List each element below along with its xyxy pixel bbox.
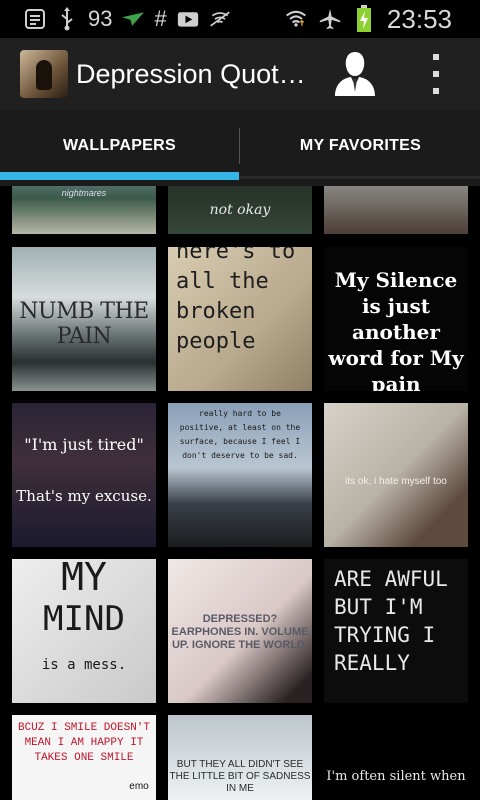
clock: 23:53 [386,3,452,34]
person-icon[interactable] [333,48,377,98]
wallpaper-caption: "I'm just tired" [24,435,144,454]
wallpaper-caption: My Silence is just another word for My p… [328,268,464,391]
wallpaper-caption: BCUZ I SMILE DOESN'T MEAN I AM HAPPY IT … [17,722,151,764]
tab-divider [239,128,240,164]
wallpaper-thumbnail[interactable]: "I'm just tired" That's my excuse. [12,403,156,547]
wallpaper-thumbnail[interactable]: BUT THEY ALL DIDN'T SEE THE LITTLE BIT O… [168,715,312,800]
wallpaper-caption: NUMB THE PAIN [19,299,149,349]
wallpaper-caption: That's my excuse. [16,487,152,505]
wallpaper-caption: BUT THEY ALL DIDN'T SEE THE LITTLE BIT O… [169,759,311,794]
wallpaper-caption: MIND [43,599,125,639]
wallpaper-thumbnail[interactable]: not okay [168,186,312,234]
notification-count: 93 [88,6,113,31]
message-icon [24,8,46,30]
airplane-mode-icon [319,8,341,30]
status-bar: 93 # 23:53 [0,0,480,38]
wallpaper-thumbnail[interactable]: BCUZ I SMILE DOESN'T MEAN I AM HAPPY IT … [12,715,156,800]
wallpaper-thumbnail[interactable]: I'm often silent when [324,715,468,800]
usb-icon [56,7,78,31]
tab-my-favorites[interactable]: MY FAVORITES [241,110,480,182]
wallpaper-thumbnail[interactable]: My Silence is just another word for My p… [324,247,468,391]
hashtag-icon: # [154,6,167,31]
youtube-icon [177,8,199,30]
wallpaper-caption: really hard to be positive, at least on … [179,409,301,460]
wallpaper-thumbnail[interactable]: nightmares [12,186,156,234]
wallpaper-caption: its ok, i hate myself too [345,476,447,487]
wifi-icon [285,8,307,30]
wallpaper-thumbnail[interactable]: DEPRESSED? EARPHONES IN. VOLUME UP. IGNO… [168,559,312,703]
wallpaper-thumbnail[interactable]: really hard to be positive, at least on … [168,403,312,547]
wallpaper-caption: DEPRESSED? EARPHONES IN. VOLUME UP. IGNO… [171,613,309,651]
overflow-menu-icon[interactable] [426,54,446,94]
wallpaper-caption: here's to all the broken people [176,247,296,354]
paper-plane-icon [122,8,145,30]
wallpaper-caption: MY [61,559,107,599]
wallpaper-caption: is a mess. [41,657,127,673]
battery-charging-icon [353,5,375,32]
wallpaper-thumbnail[interactable]: its ok, i hate myself too [324,403,468,547]
wallpaper-thumbnail[interactable]: MY MIND is a mess. [12,559,156,703]
wallpaper-caption: emo [129,781,149,792]
wallpaper-thumbnail[interactable]: NUMB THE PAIN [12,247,156,391]
wallpaper-caption: not okay [209,202,271,218]
app-title: Depression Quot… [76,58,306,89]
wallpaper-thumbnail[interactable]: ARE AWFUL BUT I'M TRYING I REALLY [324,559,468,703]
wallpaper-grid: nightmares not okay NUMB THE PAIN here's… [0,186,480,800]
wallpaper-thumbnail[interactable] [324,186,468,234]
selected-tab-indicator [0,172,239,180]
wallpaper-caption: ARE AWFUL BUT I'M TRYING I REALLY [334,567,448,675]
wallpaper-caption: I'm often silent when [326,769,466,784]
wallpaper-thumbnail[interactable]: here's to all the broken people [168,247,312,391]
wallpaper-caption: nightmares [61,188,107,198]
action-bar: Depression Quot… [0,38,480,111]
app-icon[interactable] [20,50,68,98]
signal-muted-icon [209,8,231,30]
